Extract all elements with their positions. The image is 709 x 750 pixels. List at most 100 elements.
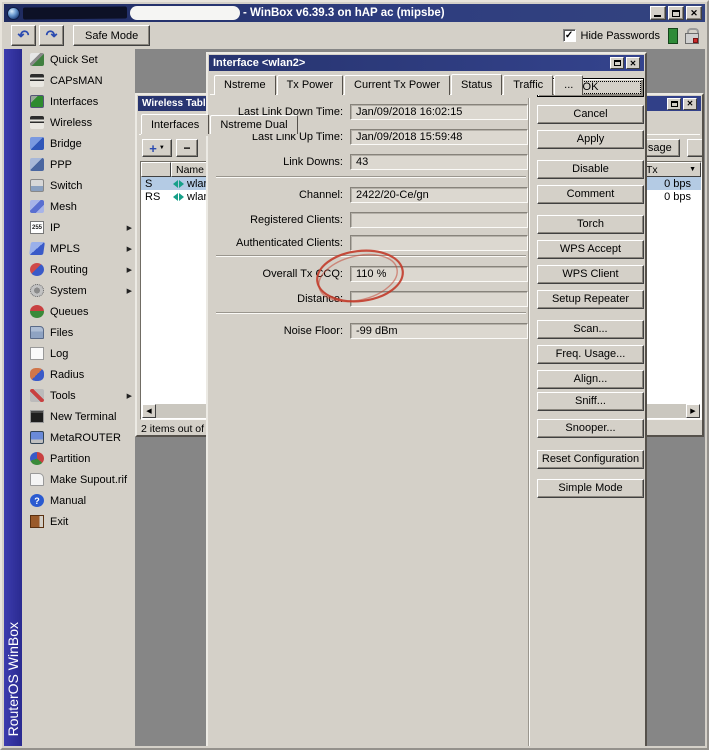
undo-button[interactable]: ↶	[11, 25, 36, 46]
mpls-icon	[29, 242, 45, 255]
channel-value[interactable]: 2422/20-Ce/gn	[350, 186, 528, 203]
sidebar-item-ppp[interactable]: PPP	[22, 154, 135, 175]
sniff-button[interactable]: Sniff...	[537, 392, 644, 411]
simple-mode-button[interactable]: Simple Mode	[537, 479, 644, 498]
sidebar-item-new-terminal[interactable]: New Terminal	[22, 406, 135, 427]
add-interface-button[interactable]: + ▼	[142, 139, 172, 157]
sidebar-item-radius[interactable]: Radius	[22, 364, 135, 385]
close-button[interactable]: ✕	[626, 57, 640, 69]
sidebar-item-queues[interactable]: Queues	[22, 301, 135, 322]
tab-more[interactable]: ...	[554, 75, 584, 95]
sidebar-item-manual[interactable]: ? Manual	[22, 490, 135, 511]
sidebar-item-make-supout[interactable]: Make Supout.rif	[22, 469, 135, 490]
close-icon: ✕	[629, 58, 637, 68]
brand-text: RouterOS WinBox	[5, 621, 21, 736]
setup-repeater-button[interactable]: Setup Repeater	[537, 290, 644, 309]
close-button[interactable]: ✕	[683, 97, 697, 110]
comment-button[interactable]: Comment	[537, 185, 644, 204]
metarouter-icon	[30, 431, 44, 444]
close-icon: ✕	[690, 7, 698, 18]
maximize-button[interactable]	[668, 6, 684, 20]
sidebar-item-bridge[interactable]: Bridge	[22, 133, 135, 154]
safe-mode-button[interactable]: Safe Mode	[73, 25, 151, 46]
maximize-icon	[672, 9, 680, 17]
registered-clients-value[interactable]	[350, 211, 528, 228]
wps-client-button[interactable]: WPS Client	[537, 265, 644, 284]
minimize-icon	[654, 15, 661, 17]
redo-icon: ↷	[45, 27, 58, 43]
reset-configuration-button[interactable]: Reset Configuration	[537, 450, 644, 469]
partition-pie-icon	[30, 452, 44, 465]
sidebar-item-switch[interactable]: Switch	[22, 175, 135, 196]
separator	[216, 176, 526, 178]
tab-nstreme[interactable]: Nstreme	[214, 75, 276, 95]
sidebar-item-exit[interactable]: Exit	[22, 511, 135, 532]
sidebar-item-wireless[interactable]: Wireless	[22, 112, 135, 133]
flags-column-header[interactable]	[141, 162, 171, 177]
tx-column-header[interactable]: Tx ▼	[641, 162, 701, 177]
tools-icon	[30, 389, 44, 402]
sidebar-item-files[interactable]: Files	[22, 322, 135, 343]
maximize-button[interactable]	[667, 97, 681, 110]
field-distance: Distance:	[216, 290, 528, 307]
sidebar-item-partition[interactable]: Partition	[22, 448, 135, 469]
winbox-app-icon	[7, 6, 20, 20]
sidebar-item-capsman[interactable]: CAPsMAN	[22, 70, 135, 91]
snooper-button[interactable]: Snooper...	[537, 419, 644, 438]
connection-status-indicator	[668, 27, 678, 44]
scroll-right-icon[interactable]: ▶	[686, 404, 700, 418]
distance-value[interactable]	[350, 290, 528, 307]
scroll-left-icon[interactable]: ◀	[142, 404, 156, 418]
tab-current-tx-power[interactable]: Current Tx Power	[344, 75, 451, 95]
freq-usage-button[interactable]: Freq. Usage...	[537, 345, 644, 364]
tab-traffic[interactable]: Traffic	[503, 75, 554, 95]
align-button[interactable]: Align...	[687, 139, 702, 157]
redo-button[interactable]: ↷	[39, 25, 64, 46]
field-link-downs: Link Downs: 43	[216, 153, 528, 170]
link-downs-value[interactable]: 43	[350, 153, 528, 170]
sidebar-item-routing[interactable]: Routing ▶	[22, 259, 135, 280]
remove-interface-button[interactable]: −	[176, 139, 198, 157]
apply-button[interactable]: Apply	[537, 130, 644, 149]
sidebar-item-tools[interactable]: Tools ▶	[22, 385, 135, 406]
system-gear-icon	[30, 284, 44, 297]
chevron-down-icon: ▼	[158, 145, 165, 151]
maximize-button[interactable]	[610, 57, 624, 69]
submenu-arrow-icon: ▶	[126, 266, 132, 274]
noise-floor-value[interactable]: -99 dBm	[350, 322, 528, 339]
close-button[interactable]: ✕	[686, 6, 702, 20]
winbox-main-window: - WinBox v6.39.3 on hAP ac (mipsbe) ✕ ↶ …	[0, 0, 709, 750]
overall-tx-ccq-value[interactable]: 110 %	[350, 265, 528, 282]
switch-icon	[30, 179, 44, 192]
sidebar-item-ip[interactable]: 255 IP ▶	[22, 217, 135, 238]
sidebar-item-system[interactable]: System ▶	[22, 280, 135, 301]
hide-passwords-checkbox[interactable]: ✓	[562, 29, 576, 42]
tab-interfaces[interactable]: Interfaces	[141, 114, 210, 134]
wps-accept-button[interactable]: WPS Accept	[537, 240, 644, 259]
cancel-button[interactable]: Cancel	[537, 105, 644, 124]
row-tx-rate: 0 bps	[664, 190, 691, 203]
sidebar-item-mpls[interactable]: MPLS ▶	[22, 238, 135, 259]
mesh-icon	[30, 200, 44, 213]
sidebar-item-mesh[interactable]: Mesh	[22, 196, 135, 217]
tab-tx-power[interactable]: Tx Power	[276, 75, 344, 95]
sidebar-item-log[interactable]: Log	[22, 343, 135, 364]
dialog-tabs: Nstreme Tx Power Current Tx Power Status…	[214, 74, 584, 95]
scan-button[interactable]: Scan...	[537, 320, 644, 339]
last-link-down-time-value[interactable]: Jan/09/2018 16:02:15	[350, 103, 528, 120]
submenu-arrow-icon: ▶	[126, 392, 132, 400]
sidebar-item-interfaces[interactable]: Interfaces	[22, 91, 135, 112]
wireless-tables-tabs: Interfaces Nstreme Dual	[141, 114, 299, 134]
torch-button[interactable]: Torch	[537, 215, 644, 234]
align-button[interactable]: Align...	[537, 370, 644, 389]
sidebar-item-metarouter[interactable]: MetaROUTER	[22, 427, 135, 448]
maximize-icon	[670, 100, 678, 107]
sidebar-item-quick-set[interactable]: Quick Set	[22, 49, 135, 70]
authenticated-clients-value[interactable]	[350, 234, 528, 251]
disable-button[interactable]: Disable	[537, 160, 644, 179]
tab-status[interactable]: Status	[451, 74, 503, 95]
tab-nstreme-dual[interactable]: Nstreme Dual	[210, 115, 298, 134]
minimize-button[interactable]	[650, 6, 666, 20]
last-link-up-time-value[interactable]: Jan/09/2018 15:59:48	[350, 128, 528, 145]
interface-wlan2-dialog: Interface <wlan2> ✕ Nstreme Tx Power Cur…	[206, 52, 647, 746]
